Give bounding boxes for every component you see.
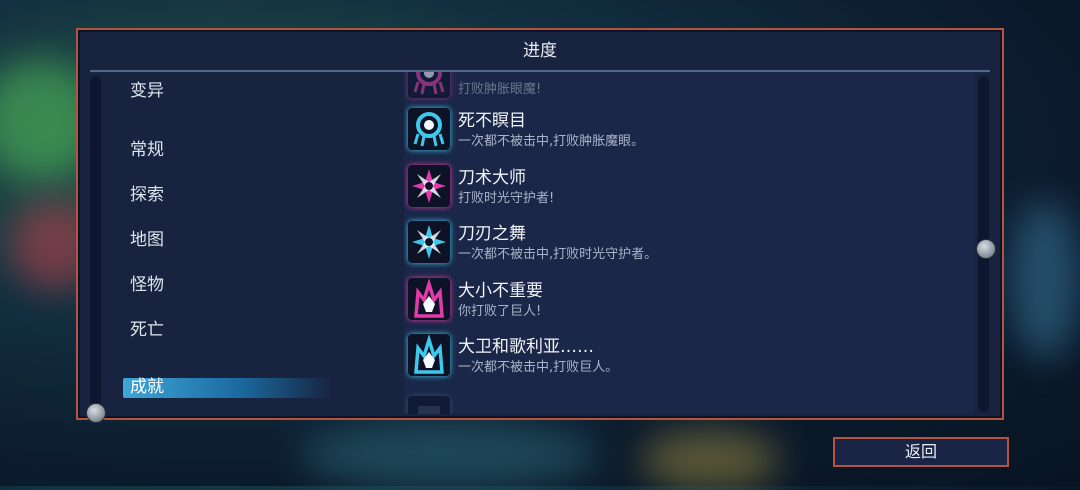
panel-title: 进度 — [523, 41, 557, 61]
achievement-description: 打败时光守护者! — [458, 191, 555, 206]
category-scroll-knob[interactable] — [86, 403, 106, 423]
achievement-row[interactable] — [408, 392, 968, 414]
achievement-row[interactable]: 死不瞑目一次都不被击中,打败肿胀魔眼。 — [408, 104, 968, 156]
category-item[interactable]: 变异 — [130, 80, 330, 102]
achievement-description: 一次都不被击中,打败时光守护者。 — [458, 247, 658, 262]
achievement-list: 打败肿胀眼魔! 死不瞑目 一次都不被击中,打败肿胀魔眼。 刀术大师 打败时光守护者! 刀刃… — [404, 72, 974, 414]
giant-crown-icon — [408, 334, 450, 376]
background-blur — [1010, 200, 1080, 360]
tentacle-eye-icon — [408, 108, 450, 150]
achievement-row[interactable]: 大小不重要你打败了巨人! — [408, 274, 968, 326]
achievement-row[interactable]: 刀刃之舞一次都不被击中,打败时光守护者。 — [408, 217, 968, 269]
shuriken-icon — [408, 165, 450, 207]
category-item[interactable]: 探索 — [130, 184, 330, 206]
achievement-name: 死不瞑目 — [458, 111, 526, 131]
achievement-description: 一次都不被击中,打败肿胀魔眼。 — [458, 134, 645, 149]
achievement-name: 大小不重要 — [458, 281, 543, 301]
achievement-name: 刀刃之舞 — [458, 224, 526, 244]
achievement-description: 一次都不被击中,打败巨人。 — [458, 360, 619, 375]
category-item[interactable]: 死亡 — [130, 319, 330, 341]
achievement-row[interactable]: 打败肿胀眼魔! — [408, 72, 968, 104]
progress-panel: 进度 变异常规探索地图怪物死亡成就 打败肿胀眼魔! 死不瞑目一次都不被击中,打败肿… — [76, 28, 1004, 423]
category-item[interactable]: 地图 — [130, 229, 330, 251]
category-scrollbar[interactable] — [90, 76, 101, 406]
shuriken-icon — [408, 221, 450, 263]
achievement-name: 刀术大师 — [458, 168, 526, 188]
achievement-name: 大卫和歌利亚…… — [458, 337, 594, 357]
achievement-description: 你打败了巨人! — [458, 304, 542, 319]
category-item[interactable]: 怪物 — [130, 274, 330, 296]
background-blur — [640, 430, 780, 490]
background-blur — [300, 420, 600, 490]
achievement-row[interactable]: 刀术大师打败时光守护者! — [408, 161, 968, 213]
category-item[interactable]: 常规 — [130, 139, 330, 161]
partial-icon — [408, 396, 450, 414]
giant-crown-icon — [408, 278, 450, 320]
achievement-row[interactable]: 大卫和歌利亚…… 一次都不被击中,打败巨人。 — [408, 330, 968, 382]
tentacle-eye-icon — [408, 72, 450, 98]
achievement-scroll-knob[interactable] — [976, 239, 996, 259]
category-item[interactable]: 成就 — [130, 376, 330, 398]
achievement-description: 打败肿胀眼魔! — [458, 82, 542, 97]
back-button[interactable]: 返回 — [833, 437, 1009, 467]
